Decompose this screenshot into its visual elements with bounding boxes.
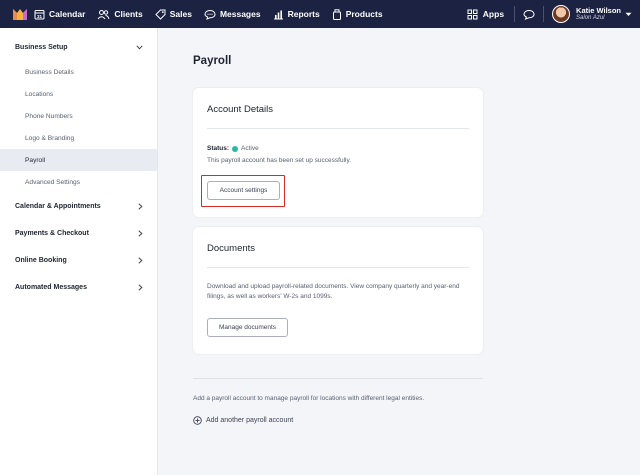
sidebar-item-advanced-settings[interactable]: Advanced Settings bbox=[0, 171, 157, 193]
card-title: Account Details bbox=[207, 104, 274, 115]
nav-divider bbox=[514, 6, 516, 22]
nav-clients-label: Clients bbox=[114, 9, 143, 19]
add-link-label: Add another payroll account bbox=[206, 417, 294, 424]
sidebar-section-payments-checkout[interactable]: Payments & Checkout bbox=[0, 220, 157, 247]
documents-card: Documents Download and upload payroll-re… bbox=[193, 227, 483, 354]
avatar bbox=[552, 5, 571, 23]
account-settings-button[interactable]: Account settings bbox=[207, 181, 280, 200]
status-row: Status: Active bbox=[207, 145, 259, 152]
nav-clients[interactable]: Clients bbox=[97, 0, 143, 28]
grid-icon bbox=[467, 9, 478, 19]
divider bbox=[207, 128, 469, 129]
main-content: Payroll Account Details Status: Active T… bbox=[158, 28, 640, 475]
sidebar-item-phone-numbers[interactable]: Phone Numbers bbox=[0, 105, 157, 127]
chevron-right-icon bbox=[138, 284, 143, 291]
user-org: Salon Azul bbox=[576, 14, 605, 21]
status-label: Status: bbox=[207, 145, 230, 152]
chevron-down-icon bbox=[136, 45, 143, 50]
sidebar-section-business-setup[interactable]: Business Setup bbox=[0, 34, 157, 61]
card-title: Documents bbox=[207, 243, 256, 254]
calendar-icon: 31 bbox=[34, 9, 45, 19]
nav-messages[interactable]: Messages bbox=[204, 0, 261, 28]
chevron-right-icon bbox=[138, 203, 143, 210]
nav-divider bbox=[543, 6, 545, 22]
reports-icon bbox=[273, 10, 283, 19]
sidebar-item-logo-branding[interactable]: Logo & Branding bbox=[0, 127, 157, 149]
nav-messages-label: Messages bbox=[219, 9, 261, 19]
status-badge: Active bbox=[241, 145, 259, 152]
nav-reports-label: Reports bbox=[287, 9, 320, 19]
products-icon bbox=[332, 8, 341, 20]
app-logo[interactable] bbox=[6, 0, 34, 28]
documents-description: Download and upload payroll-related docu… bbox=[207, 283, 460, 301]
add-payroll-account-link[interactable]: Add another payroll account bbox=[193, 416, 293, 425]
clients-icon bbox=[97, 9, 110, 19]
nav-sales-label: Sales bbox=[169, 9, 192, 19]
tag-icon bbox=[155, 9, 166, 20]
status-description: This payroll account has been set up suc… bbox=[207, 157, 352, 164]
account-details-card: Account Details Status: Active This payr… bbox=[193, 88, 483, 217]
apps-button[interactable]: Apps bbox=[467, 9, 504, 20]
sidebar-section-label: Business Setup bbox=[15, 44, 68, 51]
logo-icon bbox=[13, 9, 27, 20]
nav-calendar[interactable]: 31 Calendar bbox=[34, 0, 85, 28]
svg-text:31: 31 bbox=[37, 14, 43, 19]
settings-sidebar: Business Setup Business Details Location… bbox=[0, 28, 158, 475]
sidebar-section-online-booking[interactable]: Online Booking bbox=[0, 247, 157, 274]
footer-note: Add a payroll account to manage payroll … bbox=[193, 395, 425, 402]
sidebar-item-payroll[interactable]: Payroll bbox=[0, 149, 157, 171]
nav-products[interactable]: Products bbox=[332, 0, 383, 28]
sidebar-item-locations[interactable]: Locations bbox=[0, 83, 157, 105]
sidebar-item-business-details[interactable]: Business Details bbox=[0, 61, 157, 83]
apps-label: Apps bbox=[482, 9, 505, 19]
nav-sales[interactable]: Sales bbox=[155, 0, 192, 28]
chevron-right-icon bbox=[138, 257, 143, 264]
divider bbox=[207, 267, 469, 268]
caret-down-icon bbox=[625, 12, 632, 16]
sidebar-section-calendar-appointments[interactable]: Calendar & Appointments bbox=[0, 193, 157, 220]
status-dot-icon bbox=[232, 145, 239, 152]
chat-icon bbox=[523, 9, 535, 20]
nav-calendar-label: Calendar bbox=[49, 9, 86, 19]
messages-icon bbox=[204, 9, 216, 20]
page-title: Payroll bbox=[193, 55, 232, 67]
user-name: Katie Wilson bbox=[576, 5, 621, 15]
plus-circle-icon bbox=[193, 416, 202, 425]
chat-button[interactable] bbox=[523, 9, 535, 20]
nav-products-label: Products bbox=[345, 9, 383, 19]
user-menu[interactable]: Katie Wilson Salon Azul bbox=[552, 5, 632, 23]
manage-documents-button[interactable]: Manage documents bbox=[207, 318, 288, 337]
chevron-right-icon bbox=[138, 230, 143, 237]
divider bbox=[193, 378, 483, 379]
nav-reports[interactable]: Reports bbox=[273, 0, 320, 28]
sidebar-section-automated-messages[interactable]: Automated Messages bbox=[0, 274, 157, 301]
top-nav: 31 Calendar Clients Sales Messages Repor… bbox=[0, 0, 640, 28]
